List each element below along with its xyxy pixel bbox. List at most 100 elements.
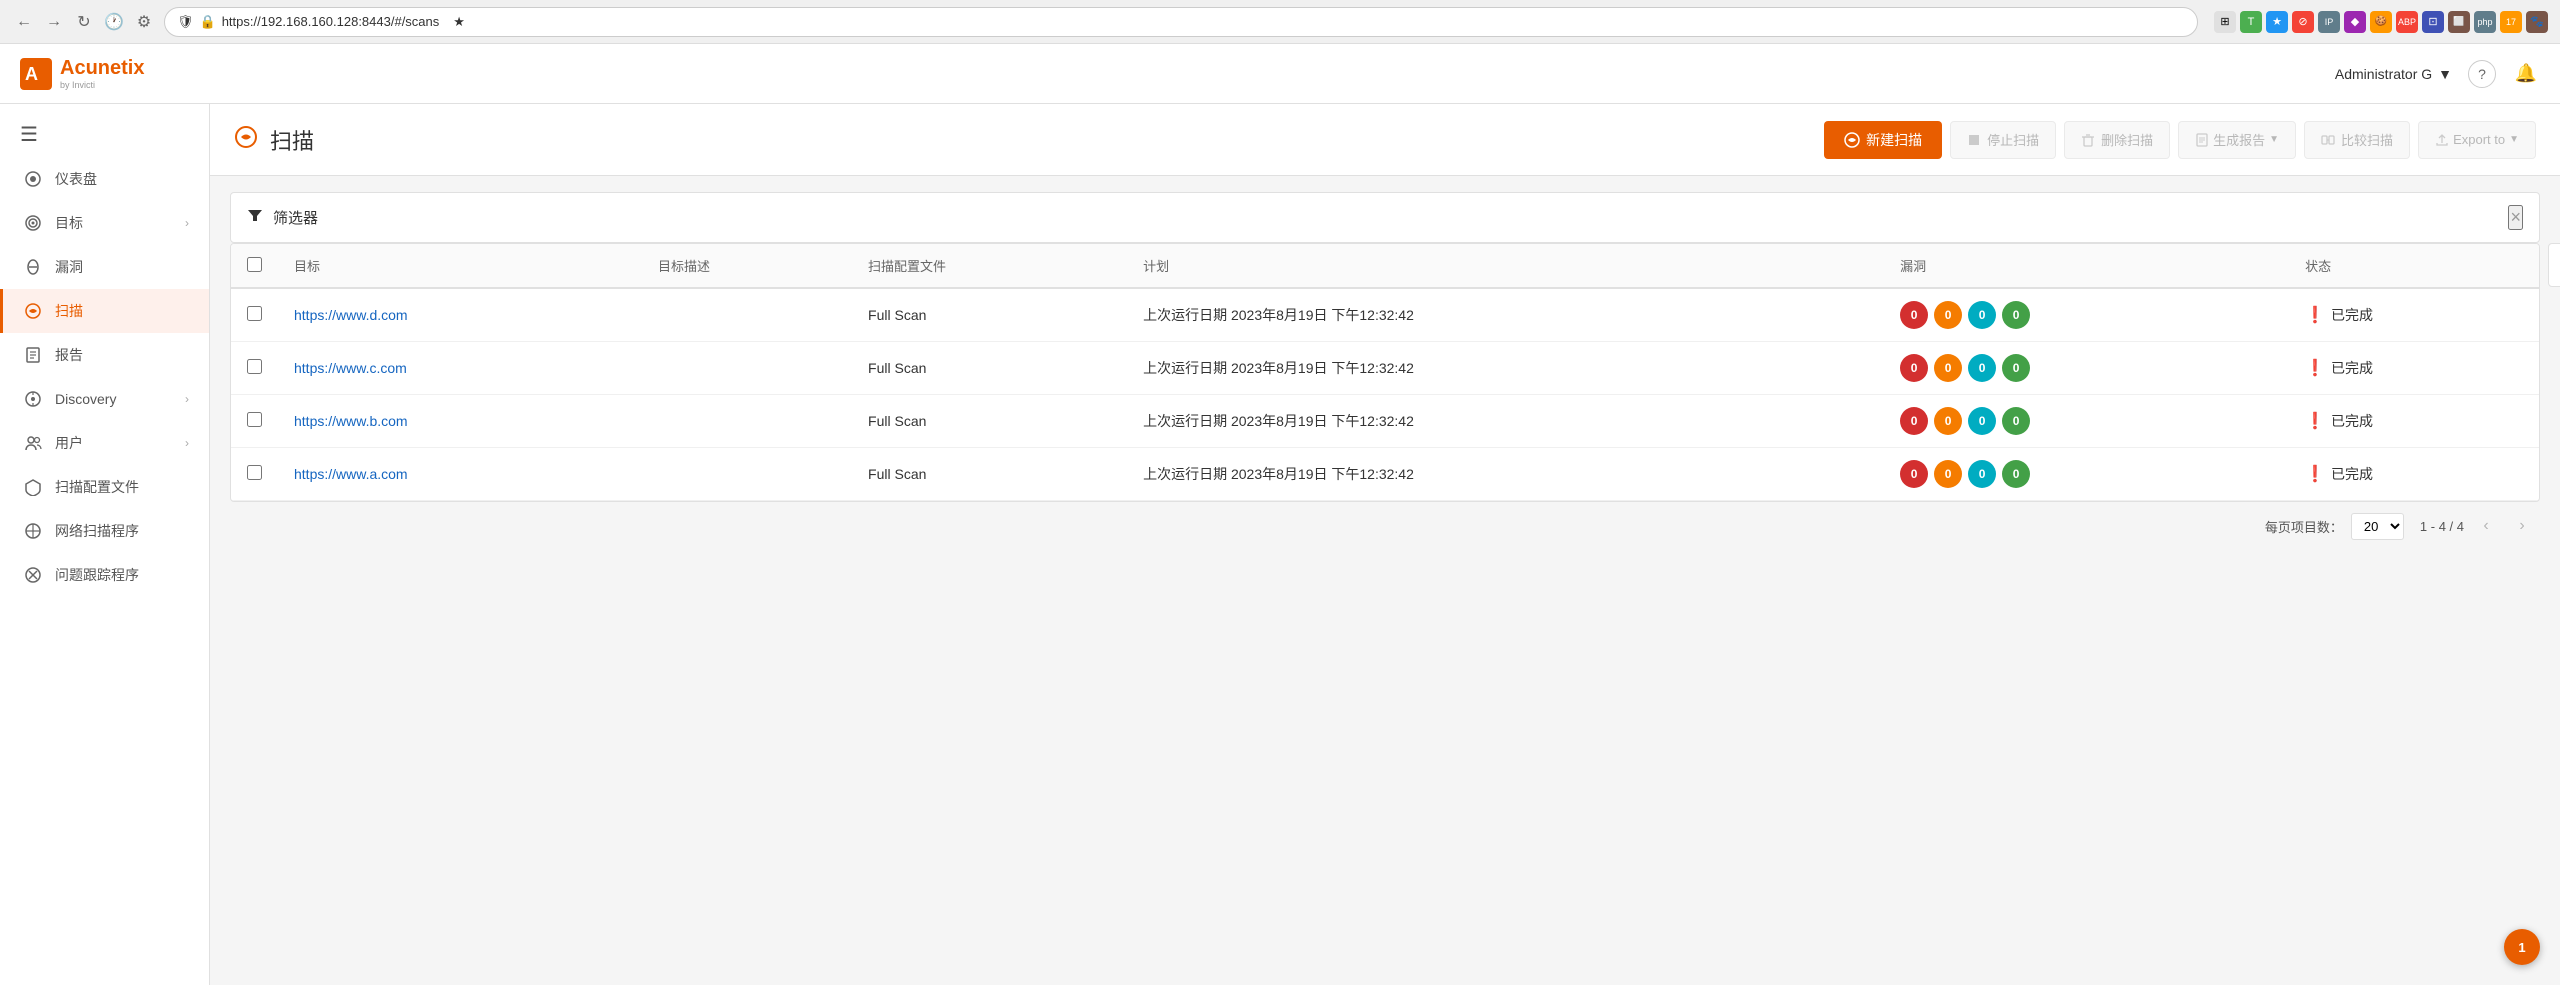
vuln-medium-badge: 0 bbox=[1968, 460, 1996, 488]
vuln-critical-badge: 0 bbox=[1900, 354, 1928, 382]
ext-php[interactable]: php bbox=[2474, 11, 2496, 33]
status-icon: ❗ bbox=[2305, 411, 2325, 431]
row-vulnerabilities: 0 0 0 0 bbox=[1884, 395, 2289, 448]
back-button[interactable]: ← bbox=[12, 10, 36, 34]
table-row[interactable]: https://www.c.com Full Scan 上次运行日期 2023年… bbox=[231, 342, 2539, 395]
sidebar-item-scans[interactable]: 扫描 bbox=[0, 289, 209, 333]
filter-close-button[interactable]: × bbox=[2508, 205, 2523, 230]
sidebar-item-discovery[interactable]: Discovery › bbox=[0, 377, 209, 421]
filter-left: 筛选器 bbox=[247, 207, 318, 228]
ext-17[interactable]: 17 bbox=[2500, 11, 2522, 33]
issue-trackers-icon bbox=[23, 565, 43, 585]
vuln-low-badge: 0 bbox=[2002, 354, 2030, 382]
acunetix-logo-icon: A bbox=[20, 58, 52, 90]
sidebar-item-users[interactable]: 用户 › bbox=[0, 421, 209, 465]
browser-extensions: ⊞ T ★ ⊘ IP ◆ 🍪 ABP ⊡ ⬜ php 17 🐾 bbox=[2214, 11, 2548, 33]
sidebar-item-dashboard[interactable]: 仪表盘 bbox=[0, 157, 209, 201]
forward-button[interactable]: → bbox=[42, 10, 66, 34]
dropdown-arrow: ▼ bbox=[2269, 134, 2279, 145]
filter-label: 筛选器 bbox=[273, 207, 318, 228]
vuln-high-badge: 0 bbox=[1934, 354, 1962, 382]
sidebar-item-network-scanners[interactable]: 网络扫描程序 bbox=[0, 509, 209, 553]
sidebar-item-label: 问题跟踪程序 bbox=[55, 565, 189, 585]
arrow-icon: › bbox=[185, 436, 189, 450]
row-description bbox=[642, 288, 852, 342]
vuln-high-badge: 0 bbox=[1934, 460, 1962, 488]
row-schedule: 上次运行日期 2023年8月19日 下午12:32:42 bbox=[1127, 342, 1884, 395]
logo-main-text: Acunetix bbox=[60, 57, 144, 80]
report-icon bbox=[2195, 133, 2209, 147]
table-row[interactable]: https://www.b.com Full Scan 上次运行日期 2023年… bbox=[231, 395, 2539, 448]
row-checkbox[interactable] bbox=[247, 359, 262, 374]
sidebar-item-targets[interactable]: 目标 › bbox=[0, 201, 209, 245]
scans-table: 目标 目标描述 扫描配置文件 bbox=[231, 244, 2539, 501]
row-schedule: 上次运行日期 2023年8月19日 下午12:32:42 bbox=[1127, 395, 1884, 448]
ext-3[interactable]: ★ bbox=[2266, 11, 2288, 33]
row-status: ❗ 已完成 bbox=[2289, 448, 2539, 501]
row-checkbox[interactable] bbox=[247, 412, 262, 427]
page-icon bbox=[234, 125, 258, 155]
filter-bar: 筛选器 × bbox=[230, 192, 2540, 243]
vuln-high-badge: 0 bbox=[1934, 301, 1962, 329]
col-status: 状态 bbox=[2289, 244, 2539, 288]
users-icon bbox=[23, 433, 43, 453]
row-checkbox[interactable] bbox=[247, 465, 262, 480]
compare-scan-label: 比较扫描 bbox=[2341, 130, 2393, 149]
next-page-button[interactable]: › bbox=[2508, 512, 2536, 540]
sidebar-item-scan-profiles[interactable]: 扫描配置文件 bbox=[0, 465, 209, 509]
compare-scan-button[interactable]: 比较扫描 bbox=[2304, 121, 2410, 159]
delete-icon bbox=[2081, 133, 2095, 147]
per-page-select[interactable]: 20 bbox=[2351, 513, 2404, 540]
per-page-area: 每页项目数： 20 bbox=[2265, 513, 2404, 540]
user-name: Administrator G bbox=[2335, 66, 2432, 82]
export-to-button[interactable]: Export to ▼ bbox=[2418, 121, 2536, 159]
user-info[interactable]: Administrator G ▼ bbox=[2335, 66, 2452, 82]
settings-button[interactable]: ⚙ bbox=[132, 10, 156, 34]
ext-ip[interactable]: IP bbox=[2318, 11, 2340, 33]
sidebar-item-label: 仪表盘 bbox=[55, 169, 189, 189]
ext-7[interactable]: ⬜ bbox=[2448, 11, 2470, 33]
help-button[interactable]: ? bbox=[2468, 60, 2496, 88]
ext-abp[interactable]: ABP bbox=[2396, 11, 2418, 33]
table-wrapper: 目标 目标描述 扫描配置文件 bbox=[231, 244, 2539, 501]
ext-cookie[interactable]: 🍪 bbox=[2370, 11, 2392, 33]
ext-1[interactable]: ⊞ bbox=[2214, 11, 2236, 33]
sidebar-item-issue-trackers[interactable]: 问题跟踪程序 bbox=[0, 553, 209, 597]
star-icon[interactable]: ★ bbox=[453, 14, 465, 30]
new-scan-label: 新建扫描 bbox=[1866, 130, 1922, 150]
select-all-checkbox[interactable] bbox=[247, 257, 262, 272]
sidebar-menu-button[interactable]: ☰ bbox=[0, 112, 209, 157]
sidebar-item-reports[interactable]: 报告 bbox=[0, 333, 209, 377]
user-dropdown-icon: ▼ bbox=[2438, 66, 2452, 82]
prev-page-button[interactable]: ‹ bbox=[2472, 512, 2500, 540]
scan-profiles-icon bbox=[23, 477, 43, 497]
row-checkbox[interactable] bbox=[247, 306, 262, 321]
table-body: https://www.d.com Full Scan 上次运行日期 2023年… bbox=[231, 288, 2539, 501]
filter-icon bbox=[247, 207, 263, 228]
address-bar[interactable]: 🛡 🔒 https://192.168.160.128:8443/#/scans… bbox=[164, 7, 2198, 37]
status-icon: ❗ bbox=[2305, 358, 2325, 378]
vulnerabilities-icon bbox=[23, 257, 43, 277]
ext-8[interactable]: 🐾 bbox=[2526, 11, 2548, 33]
ext-2[interactable]: T bbox=[2240, 11, 2262, 33]
table-row[interactable]: https://www.d.com Full Scan 上次运行日期 2023年… bbox=[231, 288, 2539, 342]
notification-count-badge[interactable]: 1 bbox=[2504, 929, 2540, 965]
sidebar-item-vulnerabilities[interactable]: 漏洞 bbox=[0, 245, 209, 289]
columns-button[interactable] bbox=[2548, 243, 2560, 287]
row-vulnerabilities: 0 0 0 0 bbox=[1884, 342, 2289, 395]
stop-scan-button[interactable]: 停止扫描 bbox=[1950, 121, 2056, 159]
row-target: https://www.a.com bbox=[278, 448, 642, 501]
refresh-button[interactable]: ↻ bbox=[72, 10, 96, 34]
generate-report-button[interactable]: 生成报告 ▼ bbox=[2178, 121, 2296, 159]
ext-4[interactable]: ⊘ bbox=[2292, 11, 2314, 33]
ext-6[interactable]: ⊡ bbox=[2422, 11, 2444, 33]
ext-5[interactable]: ◆ bbox=[2344, 11, 2366, 33]
new-scan-button[interactable]: 新建扫描 bbox=[1824, 121, 1942, 159]
logo-text: Acunetix by Invicti bbox=[60, 57, 144, 90]
page-range: 1 - 4 / 4 bbox=[2420, 519, 2464, 534]
table-row[interactable]: https://www.a.com Full Scan 上次运行日期 2023年… bbox=[231, 448, 2539, 501]
delete-scan-button[interactable]: 删除扫描 bbox=[2064, 121, 2170, 159]
notification-button[interactable]: 🔔 bbox=[2512, 60, 2540, 88]
history-button[interactable]: 🕐 bbox=[102, 10, 126, 34]
export-to-label: Export to bbox=[2453, 132, 2505, 147]
